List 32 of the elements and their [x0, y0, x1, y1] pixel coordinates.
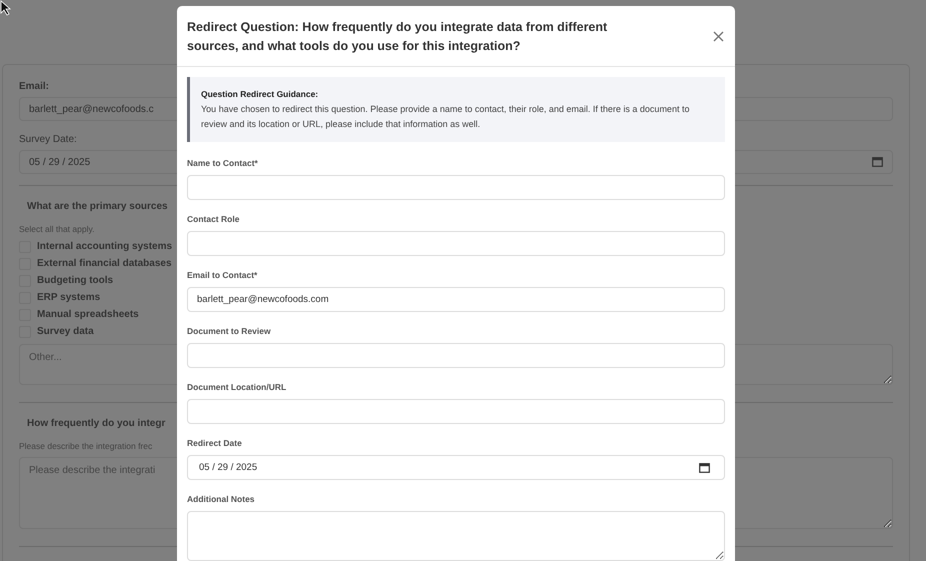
date-field[interactable]: 05 / 29 / 2025 — [187, 455, 725, 480]
notes-field[interactable] — [187, 511, 725, 561]
input-field[interactable] — [187, 399, 725, 424]
input-field[interactable] — [187, 231, 725, 256]
close-button[interactable] — [711, 29, 725, 43]
field-label: Name to Contact* — [187, 158, 258, 168]
option-label: ERP systems — [37, 292, 100, 303]
field-label: Document Location/URL — [187, 382, 286, 392]
dialog-title: Redirect Question: How frequently do you integrate data from different sources, and what tools do you use for this integration? — [187, 19, 608, 55]
question-hint: Please describe the integration frec — [19, 441, 152, 451]
field-label: Email: — [19, 81, 50, 92]
input-field[interactable] — [187, 343, 725, 368]
question-text: How frequently do you integr — [27, 418, 166, 429]
option-label: External financial databases — [37, 258, 172, 269]
cursor-icon — [0, 0, 12, 16]
input-field[interactable] — [187, 175, 725, 200]
option-label: Survey data — [37, 326, 94, 337]
field-label: Additional Notes — [187, 494, 255, 504]
field-label: Document to Review — [187, 326, 271, 336]
guidance-text: You have chosen to redirect this question. Please provide a name to contact, their role, and email. If there is a document to review and its location or URL, please include that information as well. — [201, 103, 690, 131]
question-text: What are the primary sources — [27, 201, 168, 212]
option-label: Internal accounting systems — [37, 241, 172, 252]
option-label: Manual spreadsheets — [37, 309, 139, 320]
field-label: Survey Date: — [19, 134, 77, 145]
option-label: Budgeting tools — [37, 275, 114, 286]
field-label: Email to Contact* — [187, 270, 258, 280]
input-field[interactable]: barlett_pear@newcofoods.com — [187, 287, 725, 312]
calendar-icon[interactable] — [699, 462, 710, 472]
guidance-heading: Question Redirect Guidance: — [201, 89, 318, 99]
field-label: Redirect Date — [187, 438, 242, 448]
field-label: Contact Role — [187, 214, 240, 224]
question-hint: Select all that apply. — [19, 224, 94, 234]
